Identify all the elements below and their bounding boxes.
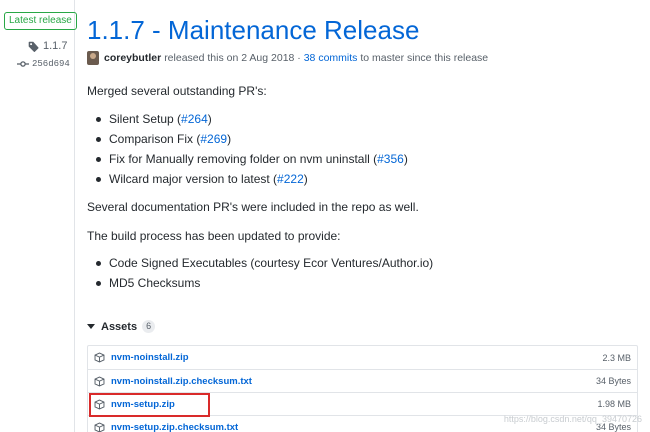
asset-size: 34 Bytes	[595, 376, 631, 386]
asset-row: nvm-noinstall.zip 2.3 MB	[88, 346, 637, 369]
notes-intro: Merged several outstanding PR's:	[87, 84, 267, 98]
avatar[interactable]	[87, 51, 99, 65]
asset-link[interactable]: nvm-noinstall.zip	[111, 352, 189, 363]
pr-link[interactable]: #264	[181, 112, 208, 126]
list-item: Comparison Fix (#269)	[87, 129, 408, 149]
commit-hash: 256d694	[32, 59, 70, 69]
tag-icon	[28, 41, 39, 52]
commit-link[interactable]: 256d694	[17, 59, 70, 69]
commit-icon	[17, 61, 29, 67]
package-icon	[94, 352, 105, 363]
asset-size: 1.98 MB	[597, 399, 631, 409]
pr-link[interactable]: #356	[377, 152, 404, 166]
since-text: to master since this release	[360, 52, 489, 64]
commits-link[interactable]: 38 commits	[304, 52, 358, 64]
tag-label: 1.1.7	[43, 40, 68, 52]
list-item: Fix for Manually removing folder on nvm …	[87, 149, 408, 169]
asset-size: 2.3 MB	[602, 352, 631, 363]
caret-down-icon	[87, 324, 95, 329]
asset-row: nvm-noinstall.zip.checksum.txt 34 Bytes	[88, 369, 637, 392]
tag-link[interactable]: 1.1.7	[28, 40, 67, 52]
watermark: https://blog.csdn.net/qq_39470726	[503, 414, 642, 424]
assets-count-badge: 6	[142, 320, 156, 333]
pr-link[interactable]: #269	[200, 132, 227, 146]
list-item: Code Signed Executables (courtesy Ecor V…	[87, 253, 433, 273]
list-item: Silent Setup (#264)	[87, 109, 408, 129]
latest-release-badge: Latest release	[4, 12, 77, 30]
release-byline: coreybutler released this on 2 Aug 2018 …	[87, 50, 488, 66]
release-meta-sidebar: Latest release 1.1.7 256d694	[0, 0, 77, 432]
released-text: released this on 2 Aug 2018 ·	[164, 52, 301, 64]
pr-list: Silent Setup (#264) Comparison Fix (#269…	[87, 109, 408, 189]
build-list: Code Signed Executables (courtesy Ecor V…	[87, 253, 433, 293]
asset-link[interactable]: nvm-noinstall.zip.checksum.txt	[111, 376, 252, 387]
assets-label: Assets	[101, 320, 138, 333]
notes-build: The build process has been updated to pr…	[87, 229, 341, 243]
list-item: Wilcard major version to latest (#222)	[87, 169, 408, 189]
highlight-box	[89, 393, 210, 417]
asset-link[interactable]: nvm-setup.zip.checksum.txt	[111, 422, 238, 432]
release-title[interactable]: 1.1.7 - Maintenance Release	[87, 14, 419, 46]
author-link[interactable]: coreybutler	[104, 52, 161, 64]
package-icon	[94, 422, 105, 432]
assets-toggle[interactable]: Assets 6	[87, 320, 156, 333]
notes-docs: Several documentation PR's were included…	[87, 200, 419, 214]
list-item: MD5 Checksums	[87, 273, 433, 293]
pr-link[interactable]: #222	[277, 172, 304, 186]
package-icon	[94, 376, 105, 386]
